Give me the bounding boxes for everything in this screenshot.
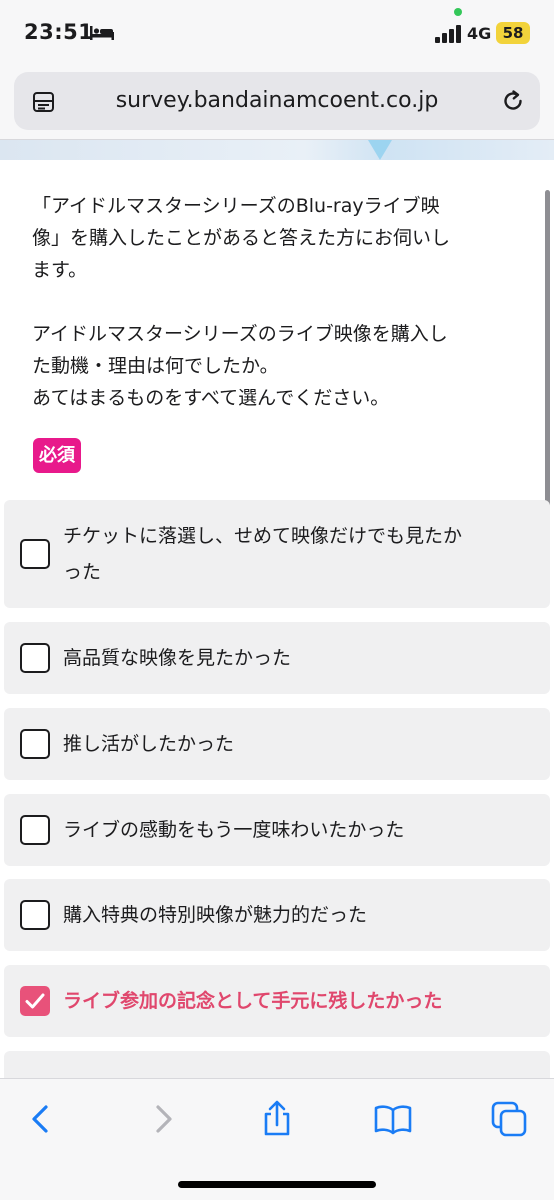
option-label: 高品質な映像を見たかった xyxy=(63,647,292,669)
option-label: 推し活がしたかった xyxy=(63,733,235,755)
battery-level: 58 xyxy=(496,22,530,44)
option-item[interactable] xyxy=(4,1051,550,1078)
option-label: チケットに落選し、せめて映像だけでも見たか xyxy=(63,525,463,547)
option-label: った xyxy=(63,561,102,583)
site-header-banner xyxy=(0,140,554,160)
back-icon[interactable] xyxy=(22,1099,62,1139)
privacy-indicator xyxy=(454,8,462,16)
cellular-signal-icon xyxy=(435,25,461,43)
checkbox[interactable] xyxy=(20,539,50,569)
url-text: survey.bandainamcoent.co.jp xyxy=(115,88,439,113)
screen: 23:51 4G 58 survey.bandainamcoent.co.jp … xyxy=(0,0,554,1200)
forward-icon[interactable] xyxy=(142,1099,182,1139)
question-text: 「アイドルマスターシリーズのBlu-rayライブ映 像」を購入したことがあると答… xyxy=(32,190,510,414)
required-badge: 必須 xyxy=(33,438,81,473)
checkbox-checked[interactable] xyxy=(20,986,50,1016)
option-item[interactable]: ライブの感動をもう一度味わいたかった xyxy=(4,794,550,866)
checkbox[interactable] xyxy=(20,815,50,845)
tabs-icon[interactable] xyxy=(489,1099,529,1139)
option-label: 購入特典の特別映像が魅力的だった xyxy=(63,904,368,926)
network-type: 4G xyxy=(467,24,492,43)
option-item[interactable]: 高品質な映像を見たかった xyxy=(4,622,550,694)
bookmarks-icon[interactable] xyxy=(373,1099,413,1139)
checkbox[interactable] xyxy=(20,643,50,673)
page-menu-icon[interactable] xyxy=(32,90,56,114)
question-line: 像」を購入したことがあると答えた方にお伺いし xyxy=(32,227,451,249)
status-bar: 23:51 4G 58 xyxy=(0,0,554,64)
option-item-selected[interactable]: ライブ参加の記念として手元に残したかった xyxy=(4,965,550,1037)
checkbox[interactable] xyxy=(20,729,50,759)
question-line: ます。 xyxy=(32,259,88,281)
option-label: ライブの感動をもう一度味わいたかった xyxy=(63,819,405,841)
sleep-focus-icon xyxy=(90,26,114,40)
question-line: あてはまるものをすべて選んでください。 xyxy=(32,387,390,409)
url-field[interactable]: survey.bandainamcoent.co.jp xyxy=(14,72,540,130)
option-item[interactable]: チケットに落選し、せめて映像だけでも見たか った xyxy=(4,500,550,608)
option-item[interactable]: 推し活がしたかった xyxy=(4,708,550,780)
checkmark-icon xyxy=(25,993,45,1009)
checkbox[interactable] xyxy=(20,900,50,930)
question-line: アイドルマスターシリーズのライブ映像を購入し xyxy=(32,323,448,345)
header-decoration xyxy=(368,140,392,160)
status-time: 23:51 xyxy=(24,20,94,44)
share-icon[interactable] xyxy=(257,1099,297,1139)
browser-address-bar: survey.bandainamcoent.co.jp xyxy=(0,64,554,140)
reload-icon[interactable] xyxy=(500,88,526,114)
option-item[interactable]: 購入特典の特別映像が魅力的だった xyxy=(4,879,550,951)
question-line: 「アイドルマスターシリーズのBlu-rayライブ映 xyxy=(32,195,440,217)
option-label-selected: ライブ参加の記念として手元に残したかった xyxy=(63,990,443,1012)
home-indicator xyxy=(178,1181,376,1188)
survey-content[interactable]: 「アイドルマスターシリーズのBlu-rayライブ映 像」を購入したことがあると答… xyxy=(0,160,554,1078)
question-line: た動機・理由は何でしたか。 xyxy=(32,355,279,377)
